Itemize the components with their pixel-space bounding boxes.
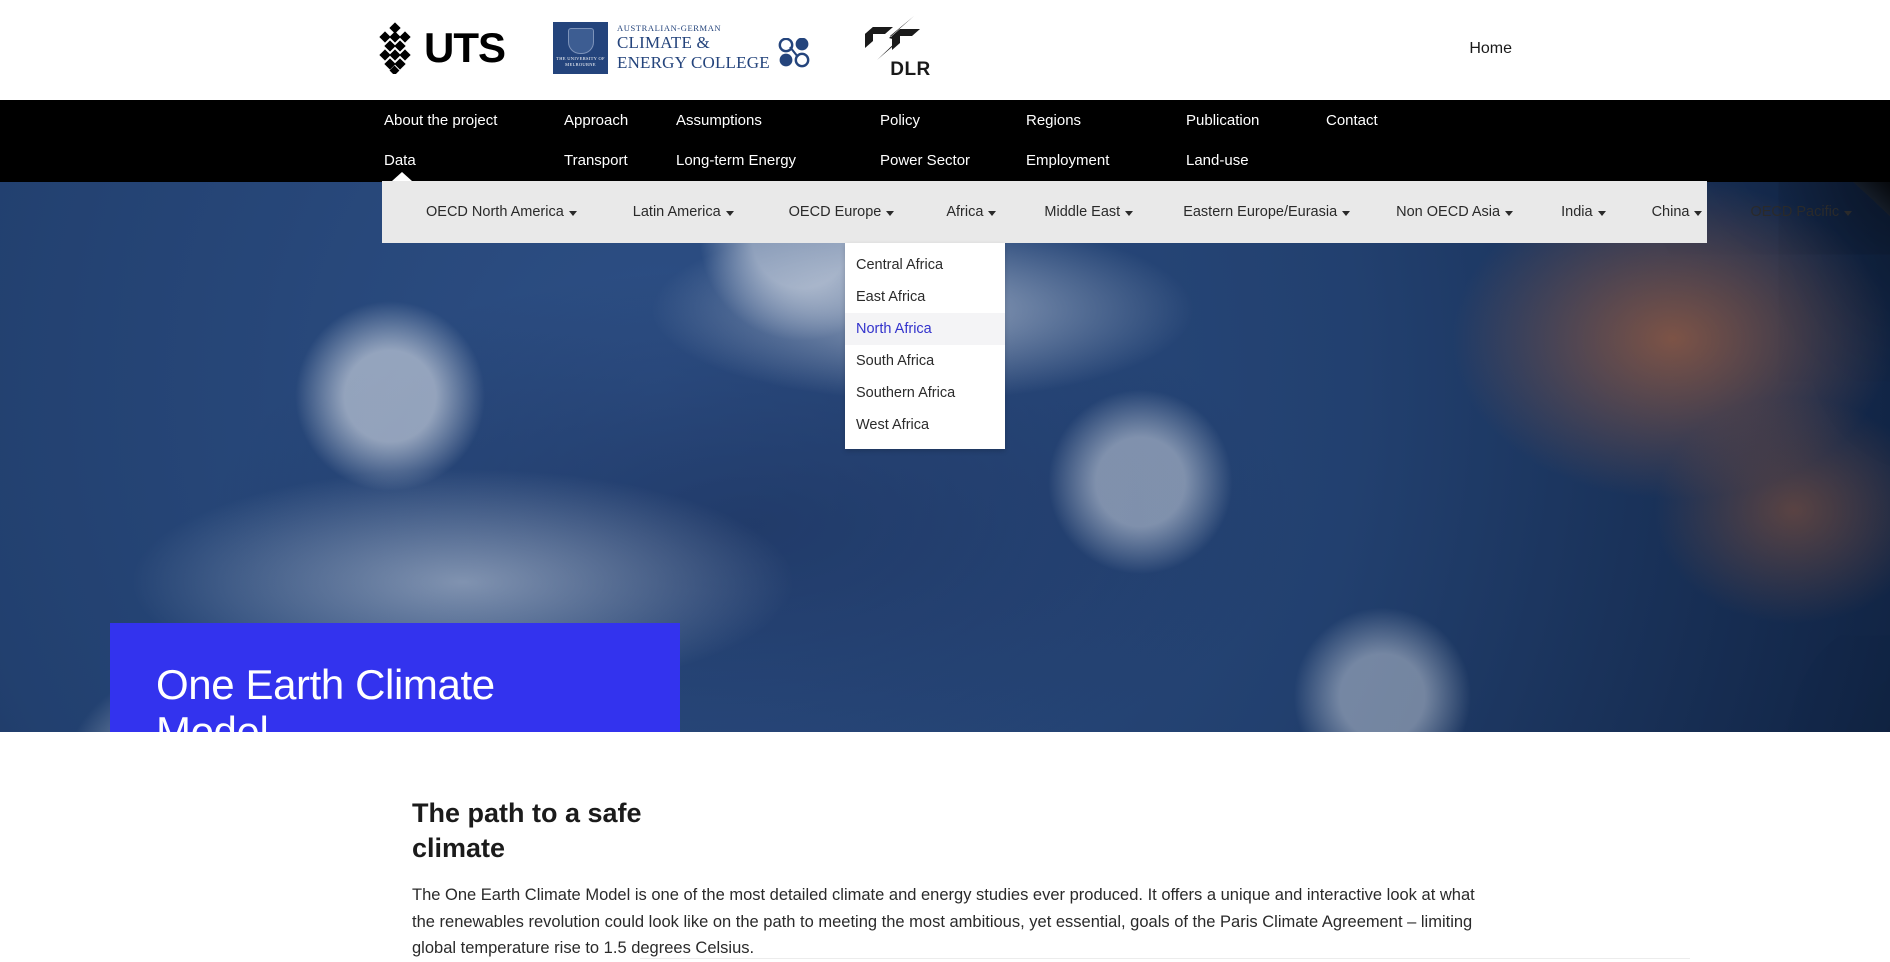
- chevron-down-icon: [1694, 211, 1702, 216]
- nav-item-land-use[interactable]: Land-use: [1186, 152, 1249, 169]
- region-label: Latin America: [633, 204, 721, 220]
- cec-line-1: AUSTRALIAN-GERMAN: [617, 23, 811, 33]
- crest-label: THE UNIVERSITY OF MELBOURNE: [553, 56, 608, 68]
- submenu-pointer-caret: [392, 172, 412, 181]
- cec-line-2: CLIMATE &: [617, 33, 770, 52]
- hero-title: One Earth Climate Model: [156, 661, 556, 732]
- nav-row-primary: About the project Approach Assumptions P…: [384, 112, 1378, 129]
- region-item-china[interactable]: China: [1652, 181, 1751, 243]
- region-item-middle-east[interactable]: Middle East: [1044, 181, 1183, 243]
- uts-wordmark: UTS: [424, 27, 505, 69]
- nav-item-regions[interactable]: Regions: [1026, 112, 1186, 129]
- chevron-down-icon: [1844, 211, 1852, 216]
- nav-item-power-sector[interactable]: Power Sector: [880, 152, 1026, 169]
- nav-item-transport[interactable]: Transport: [564, 152, 676, 169]
- dropdown-item-east-africa[interactable]: East Africa: [845, 281, 1005, 313]
- region-label: OECD North America: [426, 204, 564, 220]
- chevron-down-icon: [886, 211, 894, 216]
- nav-item-publication[interactable]: Publication: [1186, 112, 1326, 129]
- dropdown-item-north-africa[interactable]: North Africa: [845, 313, 1005, 345]
- logo-header: UTS THE UNIVERSITY OF MELBOURNE AUSTRALI…: [0, 0, 1890, 100]
- regions-submenu-bar: OECD North America Latin America OECD Eu…: [382, 181, 1707, 243]
- nav-item-employment[interactable]: Employment: [1026, 152, 1186, 169]
- region-label: Middle East: [1044, 204, 1120, 220]
- region-item-oecd-pacific[interactable]: OECD Pacific: [1750, 181, 1852, 243]
- region-item-oecd-europe[interactable]: OECD Europe: [789, 181, 947, 243]
- region-label: Eastern Europe/Eurasia: [1183, 204, 1337, 220]
- crest-shield-icon: [568, 28, 594, 54]
- dropdown-item-central-africa[interactable]: Central Africa: [845, 249, 1005, 281]
- region-item-oecd-north-america[interactable]: OECD North America: [382, 181, 633, 243]
- dlr-wordmark: DLR: [890, 59, 931, 81]
- region-label: OECD Europe: [789, 204, 882, 220]
- nav-item-long-term-energy[interactable]: Long-term Energy: [676, 152, 880, 169]
- nav-row-secondary: Data Transport Long-term Energy Power Se…: [384, 152, 1249, 169]
- page-root: UTS THE UNIVERSITY OF MELBOURNE AUSTRALI…: [0, 0, 1890, 962]
- section-title: The path to a safe climate: [412, 796, 732, 865]
- chevron-down-icon: [726, 211, 734, 216]
- dlr-mark-icon: [859, 14, 931, 62]
- uts-logo[interactable]: UTS: [374, 22, 505, 74]
- nav-item-policy[interactable]: Policy: [880, 112, 1026, 129]
- melbourne-university-crest: THE UNIVERSITY OF MELBOURNE: [553, 22, 608, 74]
- home-link[interactable]: Home: [1469, 40, 1512, 58]
- nav-item-approach[interactable]: Approach: [564, 112, 676, 129]
- region-label: OECD Pacific: [1750, 204, 1839, 220]
- uts-diamond-mark: [374, 22, 416, 74]
- chevron-down-icon: [1598, 211, 1606, 216]
- region-item-india[interactable]: India: [1561, 181, 1651, 243]
- molecule-dots-icon: [777, 38, 811, 68]
- dlr-logo[interactable]: DLR: [859, 14, 931, 81]
- region-label: Africa: [946, 204, 983, 220]
- region-label: China: [1652, 204, 1690, 220]
- region-item-eastern-europe-eurasia[interactable]: Eastern Europe/Eurasia: [1183, 181, 1396, 243]
- chevron-down-icon: [1342, 211, 1350, 216]
- nav-item-assumptions[interactable]: Assumptions: [676, 112, 880, 129]
- section-divider: [640, 958, 1690, 959]
- cec-line-3: ENERGY COLLEGE: [617, 53, 770, 72]
- climate-energy-college-logo[interactable]: THE UNIVERSITY OF MELBOURNE AUSTRALIAN-G…: [553, 22, 811, 74]
- region-item-africa[interactable]: Africa: [946, 181, 1044, 243]
- main-navigation: About the project Approach Assumptions P…: [0, 100, 1890, 182]
- logo-row: UTS THE UNIVERSITY OF MELBOURNE AUSTRALI…: [374, 14, 931, 81]
- nav-item-data[interactable]: Data: [384, 152, 564, 169]
- nav-item-contact[interactable]: Contact: [1326, 112, 1378, 129]
- region-item-latin-america[interactable]: Latin America: [633, 181, 789, 243]
- chevron-down-icon: [1505, 211, 1513, 216]
- chevron-down-icon: [1125, 211, 1133, 216]
- region-label: India: [1561, 204, 1592, 220]
- region-label: Non OECD Asia: [1396, 204, 1500, 220]
- region-item-non-oecd-asia[interactable]: Non OECD Asia: [1396, 181, 1561, 243]
- hero-text-panel: One Earth Climate Model A rigorous clima…: [110, 623, 680, 732]
- dropdown-item-southern-africa[interactable]: Southern Africa: [845, 377, 1005, 409]
- cec-wordmark: AUSTRALIAN-GERMAN CLIMATE & ENERGY COLLE…: [608, 22, 811, 74]
- chevron-down-icon: [569, 211, 577, 216]
- chevron-down-icon: [988, 211, 996, 216]
- dropdown-item-south-africa[interactable]: South Africa: [845, 345, 1005, 377]
- nav-item-about-the-project[interactable]: About the project: [384, 112, 564, 129]
- dropdown-item-west-africa[interactable]: West Africa: [845, 409, 1005, 441]
- content-section: The path to a safe climate The One Earth…: [0, 732, 1890, 962]
- africa-dropdown-menu: Central Africa East Africa North Africa …: [845, 243, 1005, 449]
- section-body-text: The One Earth Climate Model is one of th…: [412, 882, 1490, 962]
